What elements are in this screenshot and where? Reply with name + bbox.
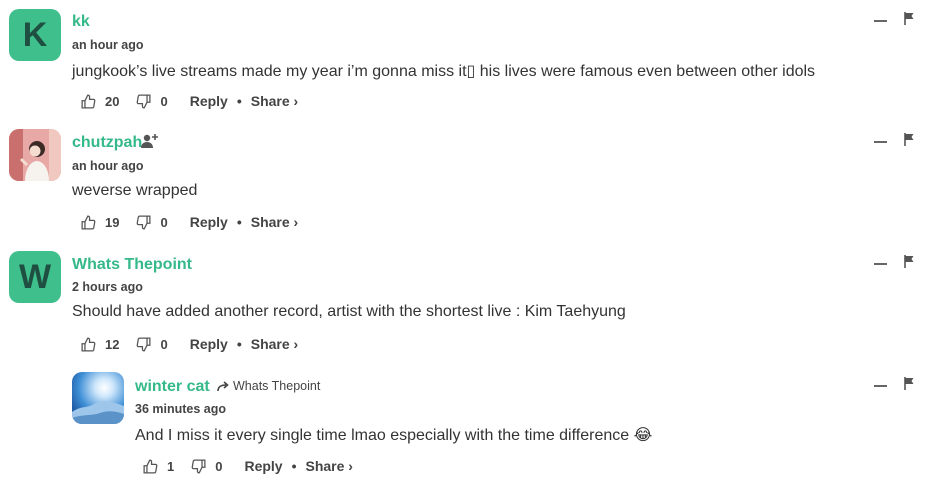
- add-user-icon[interactable]: [141, 133, 159, 149]
- comment-text: jungkook’s live streams made my year i’m…: [72, 63, 816, 80]
- share-button[interactable]: Share ›: [306, 458, 353, 474]
- reply-button[interactable]: Reply: [190, 93, 228, 109]
- like-count: 12: [105, 336, 120, 352]
- thumbs-up-icon: [81, 93, 96, 109]
- thumbs-down-icon: [191, 458, 206, 474]
- reply-to[interactable]: Whats Thepoint: [217, 379, 320, 393]
- thumbs-down-icon: [137, 93, 151, 109]
- comment-text: weverse wrapped: [72, 182, 198, 199]
- avatar[interactable]: [9, 129, 61, 181]
- comment: chutzpah an hour ago weverse wrapped 19 …: [0, 121, 925, 241]
- like-button[interactable]: 20: [80, 93, 135, 110]
- dislike-count: 0: [160, 93, 168, 109]
- thumbs-up-icon: [81, 336, 96, 352]
- reply-button[interactable]: Reply: [190, 336, 228, 352]
- flag-icon[interactable]: [904, 12, 916, 25]
- timestamp: 36 minutes ago: [135, 402, 226, 416]
- username[interactable]: kk: [72, 13, 90, 31]
- flag-icon[interactable]: [904, 255, 916, 268]
- minimize-icon[interactable]: [874, 263, 887, 265]
- comment: K kk an hour ago jungkook’s live streams…: [0, 0, 925, 120]
- username[interactable]: Whats Thepoint: [72, 256, 192, 274]
- like-count: 19: [105, 214, 120, 230]
- comment-actions: 19 0 Reply • Share ›: [80, 212, 298, 232]
- flag-icon[interactable]: [904, 377, 916, 390]
- comment-text-content: And I miss it every single time lmao esp…: [135, 427, 630, 444]
- thumbs-up-icon: [81, 214, 96, 230]
- minimize-icon[interactable]: [874, 385, 887, 387]
- comment-actions: 1 0 Reply • Share ›: [142, 456, 353, 476]
- avatar-photo: [9, 129, 61, 181]
- timestamp: an hour ago: [72, 38, 144, 52]
- avatar[interactable]: [72, 372, 124, 424]
- share-button[interactable]: Share ›: [251, 93, 298, 109]
- dislike-button[interactable]: 0: [135, 336, 183, 353]
- minimize-icon[interactable]: [874, 141, 887, 143]
- thumbs-down-icon: [137, 336, 151, 352]
- like-count: 1: [167, 458, 175, 474]
- reply-button[interactable]: Reply: [190, 214, 228, 230]
- share-button[interactable]: Share ›: [251, 336, 298, 352]
- like-button[interactable]: 12: [80, 336, 135, 353]
- dislike-button[interactable]: 0: [135, 93, 183, 110]
- comment-actions: 20 0 Reply • Share ›: [80, 91, 298, 111]
- reply-button[interactable]: Reply: [244, 458, 282, 474]
- reply-arrow-icon: [217, 380, 229, 391]
- like-button[interactable]: 19: [80, 214, 135, 231]
- separator-dot: •: [291, 458, 297, 474]
- like-count: 20: [105, 93, 120, 109]
- separator-dot: •: [236, 336, 242, 352]
- dislike-button[interactable]: 0: [135, 214, 183, 231]
- comment-actions: 12 0 Reply • Share ›: [80, 334, 298, 354]
- reply-to-name: Whats Thepoint: [233, 379, 321, 393]
- comment-text: And I miss it every single time lmao esp…: [135, 425, 652, 445]
- avatar-letter: W: [18, 257, 52, 296]
- minimize-icon[interactable]: [874, 20, 887, 22]
- avatar[interactable]: K: [9, 9, 61, 61]
- separator-dot: •: [236, 214, 242, 230]
- dislike-count: 0: [160, 214, 168, 230]
- avatar-letter: K: [22, 15, 48, 54]
- dislike-count: 0: [160, 336, 168, 352]
- share-button[interactable]: Share ›: [251, 214, 298, 230]
- dislike-button[interactable]: 0: [190, 458, 238, 475]
- avatar-photo: [72, 372, 124, 424]
- like-button[interactable]: 1: [142, 458, 190, 475]
- laughing-emoji-icon: 😂: [633, 427, 653, 444]
- comment: W Whats Thepoint 2 hours ago Should have…: [0, 243, 925, 363]
- timestamp: 2 hours ago: [72, 280, 143, 294]
- username[interactable]: chutzpah: [72, 134, 142, 152]
- avatar[interactable]: W: [9, 251, 61, 303]
- thumbs-down-icon: [137, 214, 151, 230]
- thumbs-up-icon: [143, 458, 158, 474]
- separator-dot: •: [236, 93, 242, 109]
- comment-text: Should have added another record, artist…: [72, 303, 626, 320]
- reply-comment: winter cat Whats Thepoint 36 minutes ago…: [0, 365, 925, 485]
- dislike-count: 0: [215, 458, 223, 474]
- flag-icon[interactable]: [904, 133, 916, 146]
- timestamp: an hour ago: [72, 159, 144, 173]
- username[interactable]: winter cat: [135, 378, 210, 396]
